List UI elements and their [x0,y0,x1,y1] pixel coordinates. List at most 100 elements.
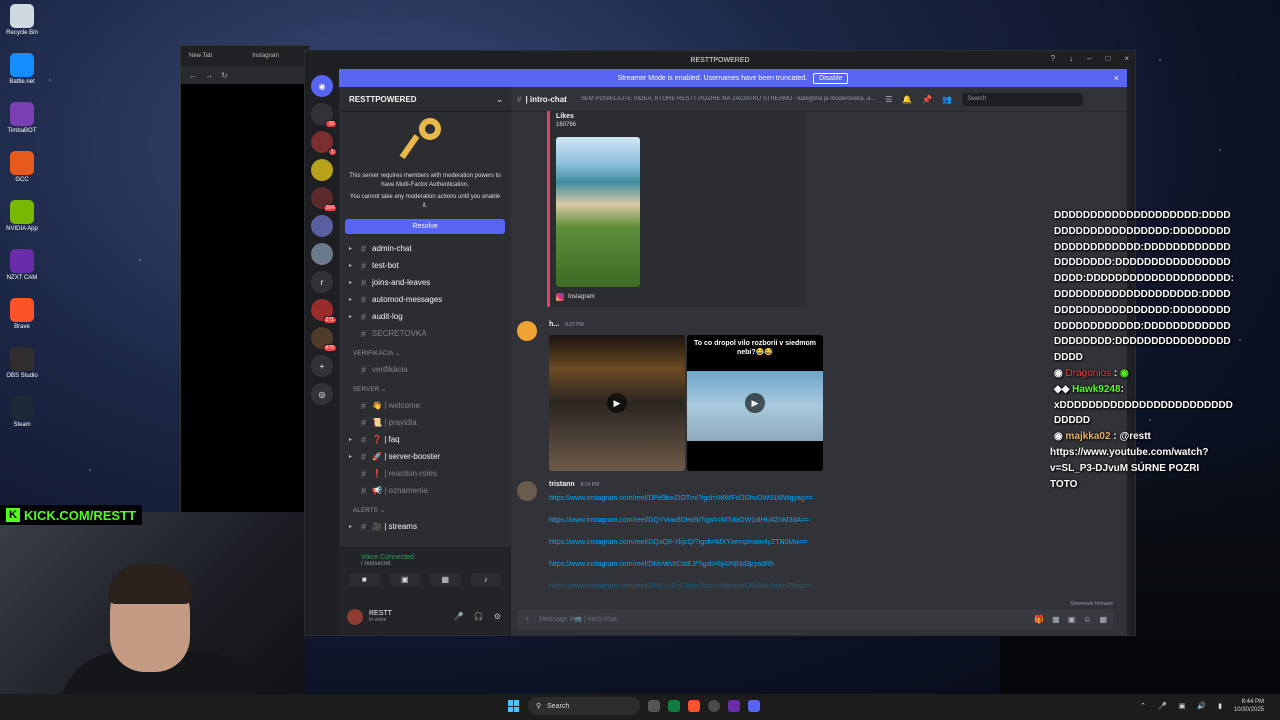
message-link[interactable]: https://www.instagram.com/reel/DQaQ9-Ykj… [549,539,808,546]
add-server-icon[interactable]: + [311,355,333,377]
server-icon[interactable]: r [311,271,333,293]
activities-icon[interactable]: ▦ [430,573,461,586]
message-link[interactable]: https://www.instagram.com/reel/DMLU1CcC8… [549,583,811,590]
desktop-icon[interactable]: Steam [2,396,42,436]
pin-icon[interactable]: 📌 [922,95,932,104]
server-icon[interactable]: 476 [311,327,337,352]
excel-icon[interactable] [668,700,680,712]
close-icon[interactable]: × [1124,54,1129,63]
help-icon[interactable]: ? [1051,54,1055,63]
channel-topic[interactable]: SEM POSIELAJTE VIDEÁ, KTORÉ RESTT POZRIE… [581,96,875,102]
taskbar-search[interactable]: ⚲ Search [528,697,640,715]
channel-item[interactable]: ▸ # automod-messages [339,291,511,308]
threads-icon[interactable]: ☰ [885,95,892,104]
gift-icon[interactable]: 🎁 [1034,615,1044,624]
server-icon[interactable] [311,159,333,181]
browser-window[interactable]: New Tab Instagram ← → ↻ [180,45,310,515]
headphones-icon[interactable]: 🎧 [474,612,484,621]
add-attachment-icon[interactable]: + [525,616,529,623]
camera-off-icon[interactable]: ■ [349,573,380,586]
desktop-icon[interactable]: Brave [2,298,42,338]
desktop-icon[interactable]: NZXT CAM [2,249,42,289]
desktop-icon[interactable]: GCC [2,151,42,191]
notifications-icon[interactable]: 🔔 [902,95,912,104]
chevron-up-icon[interactable]: ⌃ [1140,702,1146,710]
channel-item[interactable]: # ❗ | reaction-roles [339,465,511,482]
category-server[interactable]: SERVER ⌄ [339,378,511,397]
server-icon[interactable] [311,215,333,237]
microphone-icon[interactable]: 🎤 [1158,702,1167,710]
message-link[interactable]: https://www.instagram.com/reel/DPd9bwZiO… [549,495,813,502]
discord-home-icon[interactable]: ◉ [311,75,333,97]
channel-item[interactable]: # SECRETOVKA [339,325,511,342]
maximize-icon[interactable]: □ [1105,54,1110,63]
channel-item[interactable]: ▸ # test-bot [339,257,511,274]
channel-item[interactable]: ▸ # 🚀 | server-booster [339,448,511,465]
discover-icon[interactable]: ◎ [311,383,333,405]
message-input[interactable]: Message #📹 | intro-chat [539,615,617,623]
soundboard-icon[interactable]: ♪ [470,573,501,586]
volume-icon[interactable]: 🔊 [1197,702,1206,710]
disable-streamer-mode-button[interactable]: Disable [813,72,849,84]
nzxt-icon[interactable] [728,700,740,712]
task-view-icon[interactable] [648,700,660,712]
avatar[interactable] [517,481,537,501]
play-icon[interactable]: ▶ [745,393,765,413]
message-author[interactable]: h... [549,321,559,328]
message-author[interactable]: tristann [549,481,575,488]
clock[interactable]: 8:44 PM 10/30/2025 [1234,698,1264,714]
minimize-icon[interactable]: – [1087,54,1091,63]
category-verification[interactable]: VERIFIKÁCIA ⌄ [339,342,511,361]
server-header[interactable]: RESTTPOWERED ⌄ [339,87,511,112]
channel-item[interactable]: # 👋 | welcome [339,397,511,414]
channel-item[interactable]: ▸ # 🎥 | streams [339,518,511,535]
play-icon[interactable]: ▶ [607,393,627,413]
message-link[interactable]: https://www.instagram.com/reel/DMvWs9Cst… [549,561,774,568]
server-icon[interactable]: 271 [311,299,337,324]
settings-gear-icon[interactable]: ⚙ [494,612,501,621]
browser-tab-instagram[interactable]: Instagram [252,53,279,59]
back-icon[interactable]: ← [189,71,197,80]
sticker-icon[interactable]: ▣ [1068,615,1076,624]
apps-icon[interactable]: ▦ [1099,615,1107,624]
screen-share-icon[interactable]: ▣ [389,573,420,586]
channel-item[interactable]: # verifikácia [339,361,511,378]
reload-icon[interactable]: ↻ [221,71,228,80]
browser-tab-newtab[interactable]: New Tab [189,53,212,59]
message-link[interactable]: https://www.instagram.com/reel/DQYVuw8DH… [549,517,809,524]
windows-start-icon[interactable] [508,700,520,712]
video-attachment[interactable]: ▶ [549,335,685,471]
members-icon[interactable]: 👥 [942,95,952,104]
channel-item[interactable]: # 📢 | oznamenia [339,482,511,499]
channel-item[interactable]: ▸ # audit-log [339,308,511,325]
network-icon[interactable]: ▣ [1179,702,1186,710]
banner-close-icon[interactable]: × [1114,73,1119,83]
obs-icon[interactable] [708,700,720,712]
desktop-icon[interactable]: Recycle Bin [2,4,42,44]
brave-icon[interactable] [688,700,700,712]
channel-item[interactable]: ▸ # admin-chat [339,240,511,257]
gif-icon[interactable]: ▦ [1052,615,1060,624]
battery-icon[interactable]: ▮ [1218,702,1222,710]
desktop-icon[interactable]: TimbaBOT [2,102,42,142]
channel-item[interactable]: ▸ # joins-and-leaves [339,274,511,291]
forward-icon[interactable]: → [205,71,213,80]
server-icon[interactable]: 164 [311,187,337,212]
channel-item[interactable]: # 📜 | pravidlá [339,414,511,431]
discord-icon[interactable] [748,700,760,712]
avatar[interactable] [517,321,537,341]
desktop-icon[interactable]: OBS Studio [2,347,42,387]
microphone-icon[interactable]: 🎤 [454,612,464,621]
download-icon[interactable]: ↓ [1069,54,1073,63]
resolve-button[interactable]: Resolve [345,219,505,234]
message-composer[interactable]: + Message #📹 | intro-chat 🎁 ▦ ▣ ☺ ▦ [517,609,1113,629]
emoji-icon[interactable]: ☺ [1083,615,1091,624]
video-attachment[interactable]: To co dropol vilo rozborii v siedmom neb… [687,335,823,471]
server-icon[interactable]: 1 [311,131,337,156]
search-input[interactable]: Search [962,92,1084,106]
desktop-icon[interactable]: Battle.net [2,53,42,93]
channel-item[interactable]: ▸ # ❓ | faq [339,431,511,448]
category-alerts[interactable]: ALERTS ⌄ [339,499,511,518]
server-icon[interactable] [311,243,333,265]
avatar[interactable] [347,608,363,625]
